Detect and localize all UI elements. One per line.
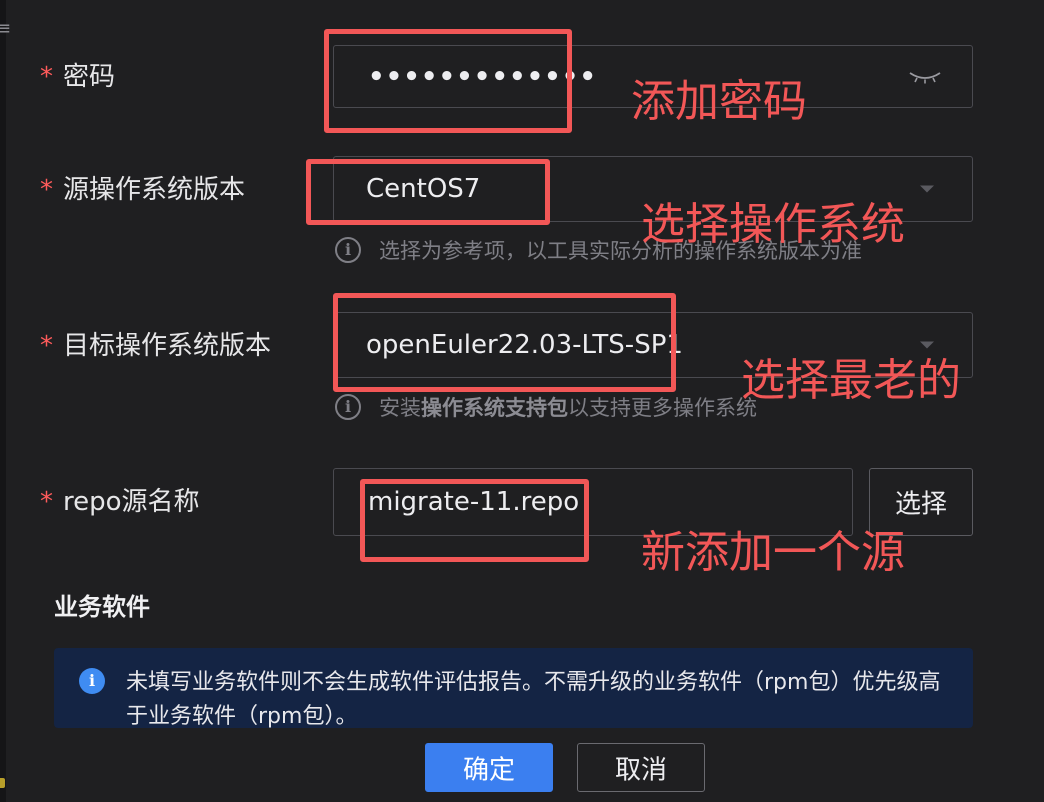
dialog-form: ≡ * 密码 ••••••••••••• * 源操作系统版本 CentOS7 i 选… [0,0,1044,802]
confirm-button[interactable]: 确定 [425,743,553,792]
required-mark: * [40,331,53,361]
required-mark: * [40,175,53,205]
notice-text: 未填写业务软件则不会生成软件评估报告。不需升级的业务软件（rpm包）优先级高于业… [126,670,941,729]
info-icon: i [335,394,361,420]
annotation-password: 添加密码 [631,76,807,127]
confirm-button-label: 确定 [462,755,515,785]
target-os-hint-suffix: 以支持更多操作系统 [568,396,757,420]
password-label-text: 密码 [63,62,116,92]
edge-glyph: ≡ [0,18,12,39]
repo-label-text: repo源名称 [63,487,200,517]
edge-indicator [0,778,5,788]
chevron-down-icon [920,341,934,349]
os-support-package-link[interactable]: 操作系统支持包 [421,392,568,422]
annotation-source-os: 选择操作系统 [641,199,905,250]
cancel-button-label: 取消 [614,755,667,785]
business-software-title: 业务软件 [54,593,150,621]
chevron-down-icon [920,185,934,193]
info-icon: i [79,668,105,694]
required-mark: * [40,487,53,517]
source-os-label-text: 源操作系统版本 [63,175,246,205]
repo-select-button-label: 选择 [894,489,947,520]
left-edge-strip [0,0,6,802]
password-value: ••••••••••••• [368,61,598,92]
repo-label: * repo源名称 [40,489,200,515]
password-label: * 密码 [40,64,115,90]
source-os-value: CentOS7 [366,174,481,204]
repo-name-value: migrate-11.repo [368,487,580,517]
repo-select-button[interactable]: 选择 [869,468,973,536]
repo-name-field[interactable]: migrate-11.repo [333,468,853,536]
business-software-notice: i 未填写业务软件则不会生成软件评估报告。不需升级的业务软件（rpm包）优先级高… [54,648,973,729]
target-os-hint: i 安装 操作系统支持包 以支持更多操作系统 [335,392,757,422]
target-os-value: openEuler22.03-LTS-SP1 [366,330,683,360]
target-os-label-text: 目标操作系统版本 [63,331,272,361]
required-mark: * [40,62,53,92]
cancel-button[interactable]: 取消 [577,743,705,792]
annotation-repo: 新添加一个源 [641,527,905,578]
info-icon: i [335,237,361,263]
target-os-hint-prefix: 安装 [379,396,421,420]
eye-closed-icon[interactable] [908,70,942,84]
annotation-target-os: 选择最老的 [741,355,961,406]
source-os-label: * 源操作系统版本 [40,177,245,203]
target-os-label: * 目标操作系统版本 [40,333,271,359]
